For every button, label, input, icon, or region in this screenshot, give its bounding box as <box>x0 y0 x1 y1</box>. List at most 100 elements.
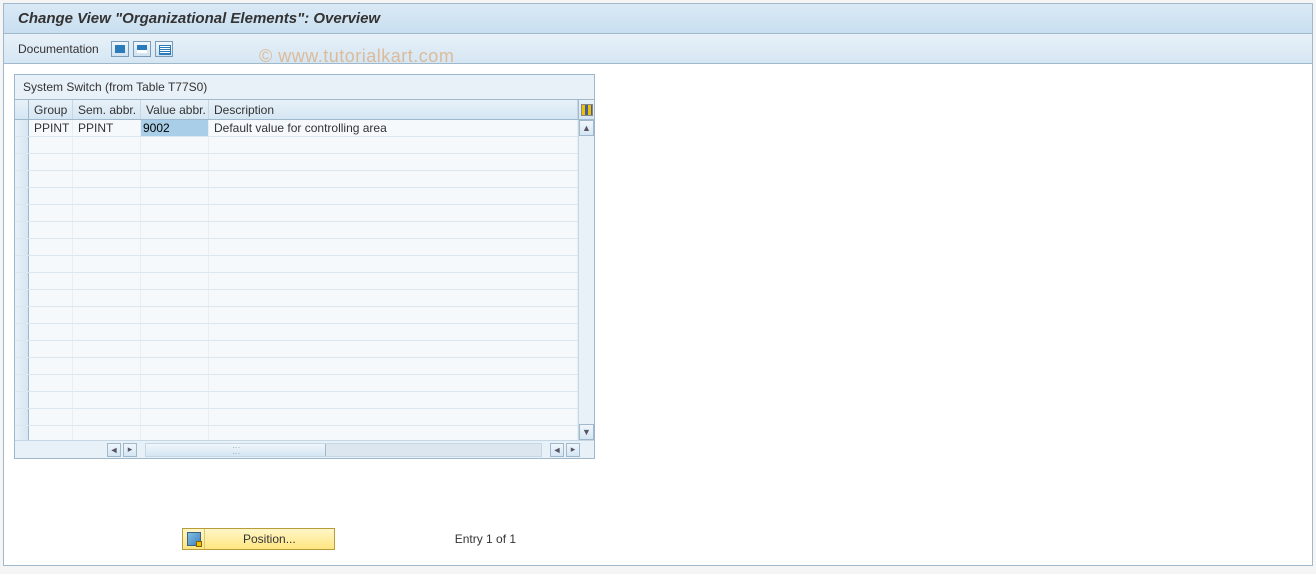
table-row[interactable] <box>15 171 578 188</box>
value-abbr-input[interactable] <box>141 120 208 136</box>
table-row[interactable] <box>15 239 578 256</box>
cell-value-abbr[interactable] <box>141 137 209 153</box>
position-button[interactable]: Position... <box>182 528 335 550</box>
horizontal-scrollbar[interactable]: ◄ ▸ ◄ ▸ <box>15 440 594 458</box>
scroll-left-icon[interactable]: ▸ <box>123 443 137 457</box>
cell-value-abbr[interactable] <box>141 341 209 357</box>
cell-value-abbr[interactable] <box>141 205 209 221</box>
cell-value-abbr[interactable] <box>141 358 209 374</box>
select-all[interactable] <box>15 100 29 119</box>
scroll-down-icon[interactable]: ▼ <box>579 424 594 440</box>
cell-value-abbr[interactable] <box>141 375 209 391</box>
cell-value-abbr[interactable] <box>141 171 209 187</box>
cell-group <box>29 358 73 374</box>
cell-value-abbr[interactable] <box>141 324 209 340</box>
cell-value-abbr[interactable] <box>141 307 209 323</box>
table-row[interactable] <box>15 341 578 358</box>
hscroll-thumb[interactable] <box>146 444 326 456</box>
table-row[interactable] <box>15 375 578 392</box>
position-label: Position... <box>205 532 334 546</box>
scroll-right-icon[interactable]: ◄ <box>550 443 564 457</box>
cell-description <box>209 426 578 440</box>
row-selector[interactable] <box>15 409 29 425</box>
row-selector[interactable] <box>15 375 29 391</box>
table-row[interactable] <box>15 273 578 290</box>
row-selector[interactable] <box>15 205 29 221</box>
cell-value-abbr[interactable] <box>141 273 209 289</box>
cell-description <box>209 171 578 187</box>
cell-value-abbr[interactable] <box>141 154 209 170</box>
table-row[interactable] <box>15 154 578 171</box>
row-selector[interactable] <box>15 324 29 340</box>
cell-group <box>29 290 73 306</box>
row-selector[interactable] <box>15 137 29 153</box>
cell-group: PPINT <box>29 120 73 136</box>
toolbar-icon-3[interactable] <box>155 41 173 57</box>
table-row[interactable] <box>15 188 578 205</box>
table-row[interactable] <box>15 256 578 273</box>
cell-value-abbr[interactable] <box>141 256 209 272</box>
row-selector[interactable] <box>15 239 29 255</box>
row-selector[interactable] <box>15 273 29 289</box>
row-selector[interactable] <box>15 392 29 408</box>
cell-value-abbr[interactable] <box>141 426 209 440</box>
row-selector[interactable] <box>15 256 29 272</box>
table-row[interactable] <box>15 324 578 341</box>
row-selector[interactable] <box>15 358 29 374</box>
row-selector[interactable] <box>15 307 29 323</box>
scroll-right-end-icon[interactable]: ▸ <box>566 443 580 457</box>
cell-sem-abbr <box>73 239 141 255</box>
cell-group <box>29 256 73 272</box>
table-row[interactable] <box>15 392 578 409</box>
col-description[interactable]: Description <box>209 100 578 119</box>
cell-value-abbr[interactable] <box>141 222 209 238</box>
cell-description <box>209 256 578 272</box>
documentation-button[interactable]: Documentation <box>18 42 99 56</box>
row-selector[interactable] <box>15 426 29 440</box>
row-selector[interactable] <box>15 171 29 187</box>
table-row[interactable] <box>15 205 578 222</box>
cell-sem-abbr <box>73 222 141 238</box>
table-row[interactable] <box>15 222 578 239</box>
cell-value-abbr[interactable] <box>141 239 209 255</box>
cell-group <box>29 307 73 323</box>
cell-group <box>29 154 73 170</box>
table-row[interactable] <box>15 137 578 154</box>
table-row[interactable] <box>15 307 578 324</box>
row-selector[interactable] <box>15 341 29 357</box>
row-selector[interactable] <box>15 290 29 306</box>
row-selector[interactable] <box>15 222 29 238</box>
cell-description <box>209 205 578 221</box>
col-group[interactable]: Group <box>29 100 73 119</box>
cell-description <box>209 154 578 170</box>
cell-group <box>29 409 73 425</box>
cell-sem-abbr <box>73 171 141 187</box>
scroll-up-icon[interactable]: ▲ <box>579 120 594 136</box>
cell-sem-abbr <box>73 307 141 323</box>
row-selector[interactable] <box>15 154 29 170</box>
row-selector[interactable] <box>15 120 29 136</box>
vertical-scrollbar[interactable]: ▲ ▼ <box>578 120 594 440</box>
table-row[interactable]: PPINTPPINTDefault value for controlling … <box>15 120 578 137</box>
table-row[interactable] <box>15 426 578 440</box>
table-row[interactable] <box>15 290 578 307</box>
cell-value-abbr[interactable] <box>141 392 209 408</box>
cell-description <box>209 188 578 204</box>
col-value-abbr[interactable]: Value abbr. <box>141 100 209 119</box>
page-title: Change View "Organizational Elements": O… <box>18 10 380 27</box>
scroll-track[interactable] <box>579 136 594 424</box>
cell-value-abbr[interactable] <box>141 188 209 204</box>
cell-value-abbr[interactable] <box>141 120 209 136</box>
cell-group <box>29 341 73 357</box>
table-row[interactable] <box>15 358 578 375</box>
cell-value-abbr[interactable] <box>141 290 209 306</box>
toolbar-icon-1[interactable] <box>111 41 129 57</box>
table-config-button[interactable] <box>578 100 594 119</box>
col-sem-abbr[interactable]: Sem. abbr. <box>73 100 141 119</box>
hscroll-track[interactable] <box>145 443 542 457</box>
toolbar-icon-2[interactable] <box>133 41 151 57</box>
row-selector[interactable] <box>15 188 29 204</box>
table-row[interactable] <box>15 409 578 426</box>
scroll-left-start-icon[interactable]: ◄ <box>107 443 121 457</box>
cell-value-abbr[interactable] <box>141 409 209 425</box>
